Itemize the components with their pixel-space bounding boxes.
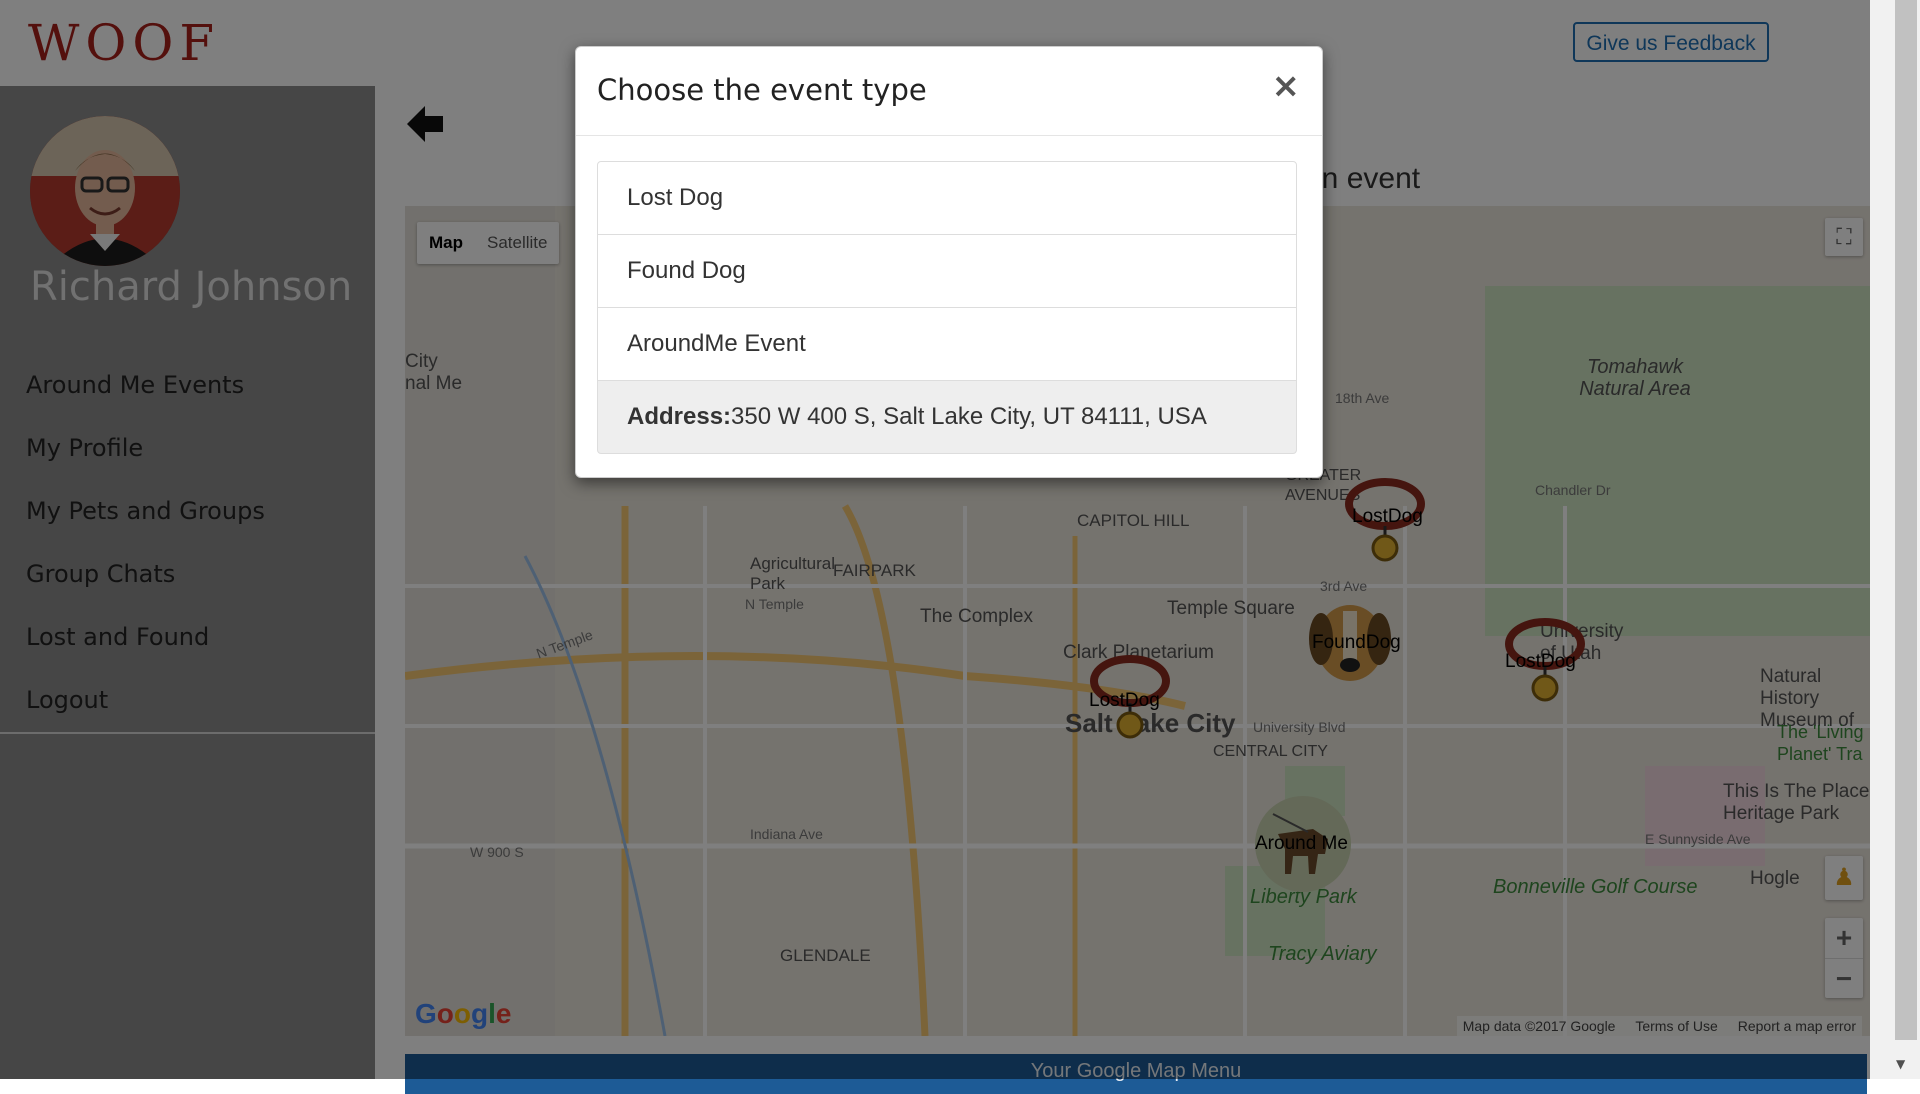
- modal-title: Choose the event type: [597, 73, 927, 107]
- event-type-list: Lost Dog Found Dog AroundMe Event Addres…: [597, 161, 1297, 454]
- option-lost-dog[interactable]: Lost Dog: [597, 161, 1297, 235]
- close-icon[interactable]: ×: [1272, 69, 1301, 103]
- address-value: 350 W 400 S, Salt Lake City, UT 84111, U…: [731, 403, 1207, 430]
- scroll-down-arrow-icon[interactable]: ▼: [1896, 1057, 1905, 1071]
- address-row: Address:350 W 400 S, Salt Lake City, UT …: [597, 380, 1297, 454]
- option-found-dog[interactable]: Found Dog: [597, 234, 1297, 308]
- option-aroundme-event[interactable]: AroundMe Event: [597, 307, 1297, 381]
- scrollbar-thumb[interactable]: [1895, 0, 1917, 1040]
- address-label: Address:: [627, 403, 732, 430]
- modal-header: Choose the event type ×: [576, 47, 1322, 136]
- event-type-modal: Choose the event type × Lost Dog Found D…: [575, 46, 1323, 478]
- page-scrollbar[interactable]: ▼: [1870, 0, 1920, 1079]
